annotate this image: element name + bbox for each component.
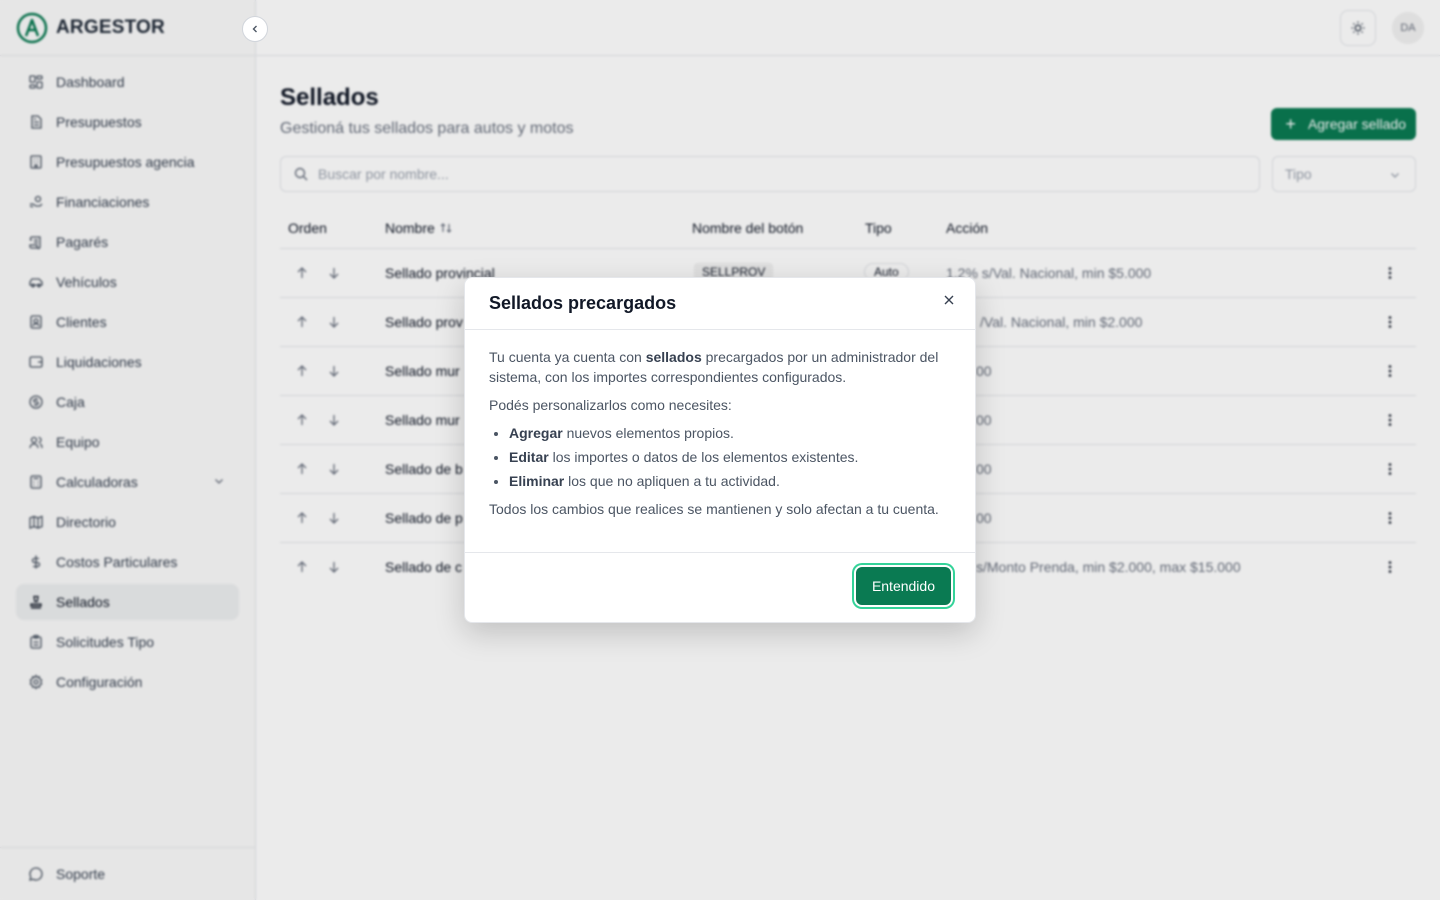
list-item: Editar los importes o datos de los eleme…: [509, 447, 951, 467]
bullet-bold: Editar: [509, 449, 549, 465]
close-icon: [944, 295, 954, 305]
dialog-title: Sellados precargados: [489, 293, 677, 313]
list-item: Eliminar los que no apliquen a tu activi…: [509, 471, 951, 491]
bullet-text: los que no apliquen a tu actividad.: [564, 473, 780, 489]
dialog-body: Tu cuenta ya cuenta con sellados precarg…: [465, 330, 975, 519]
bullet-text: nuevos elementos propios.: [562, 425, 734, 441]
dialog-text-bold: sellados: [645, 349, 702, 365]
dialog-paragraph-3: Todos los cambios que realices se mantie…: [489, 501, 939, 517]
list-item: Agregar nuevos elementos propios.: [509, 423, 951, 443]
entendido-button[interactable]: Entendido: [855, 567, 951, 605]
dialog-bullet-list: Agregar nuevos elementos propios. Editar…: [509, 423, 951, 491]
dialog-paragraph-1: Tu cuenta ya cuenta con sellados precarg…: [489, 347, 951, 387]
dialog-header: Sellados precargados: [465, 278, 975, 330]
preloaded-sellados-dialog: Sellados precargados Tu cuenta ya cuenta…: [464, 277, 976, 623]
close-dialog-button[interactable]: [939, 290, 959, 310]
chevron-left-icon: [252, 25, 257, 33]
bullet-bold: Agregar: [509, 425, 563, 441]
dialog-text: Tu cuenta ya cuenta con: [489, 349, 646, 365]
bullet-text: los importes o datos de los elementos ex…: [548, 449, 859, 465]
collapse-sidebar-button[interactable]: [242, 16, 268, 42]
dialog-paragraph-2: Podés personalizarlos como necesites:: [489, 397, 732, 413]
dialog-footer: Entendido: [465, 552, 975, 622]
bullet-bold: Eliminar: [509, 473, 565, 489]
